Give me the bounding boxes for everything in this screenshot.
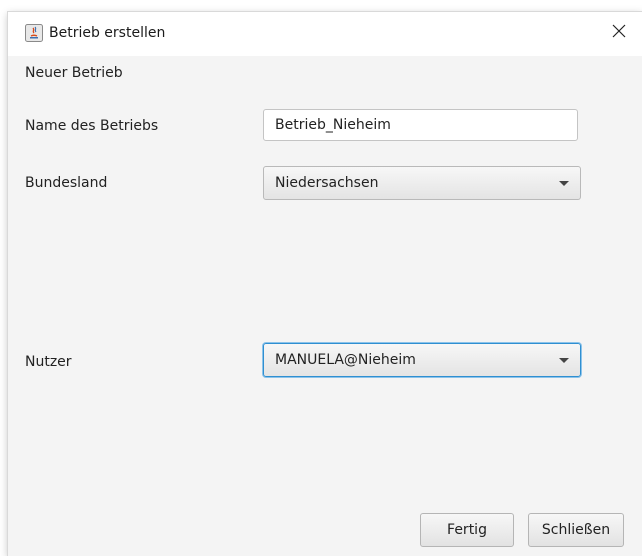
user-select-value: MANUELA@Nieheim: [275, 352, 416, 368]
chevron-down-icon: [559, 358, 569, 363]
state-select-value: Niedersachsen: [275, 175, 379, 191]
close-button[interactable]: Schließen: [528, 513, 624, 547]
user-label: Nutzer: [25, 354, 72, 370]
name-field[interactable]: [263, 109, 578, 141]
form-heading: Neuer Betrieb: [25, 65, 123, 81]
window-title: Betrieb erstellen: [49, 25, 166, 41]
chevron-down-icon: [559, 181, 569, 186]
user-select[interactable]: MANUELA@Nieheim: [263, 343, 581, 377]
name-label: Name des Betriebs: [25, 118, 159, 134]
dialog-window: Betrieb erstellen Neuer Betrieb Name des…: [8, 12, 642, 556]
state-label: Bundesland: [25, 175, 108, 191]
close-icon: [612, 23, 626, 42]
done-button[interactable]: Fertig: [420, 513, 514, 547]
state-select[interactable]: Niedersachsen: [263, 166, 581, 200]
title-bar[interactable]: Betrieb erstellen: [8, 12, 642, 56]
close-window-button[interactable]: [596, 12, 642, 52]
java-icon: [25, 24, 43, 42]
